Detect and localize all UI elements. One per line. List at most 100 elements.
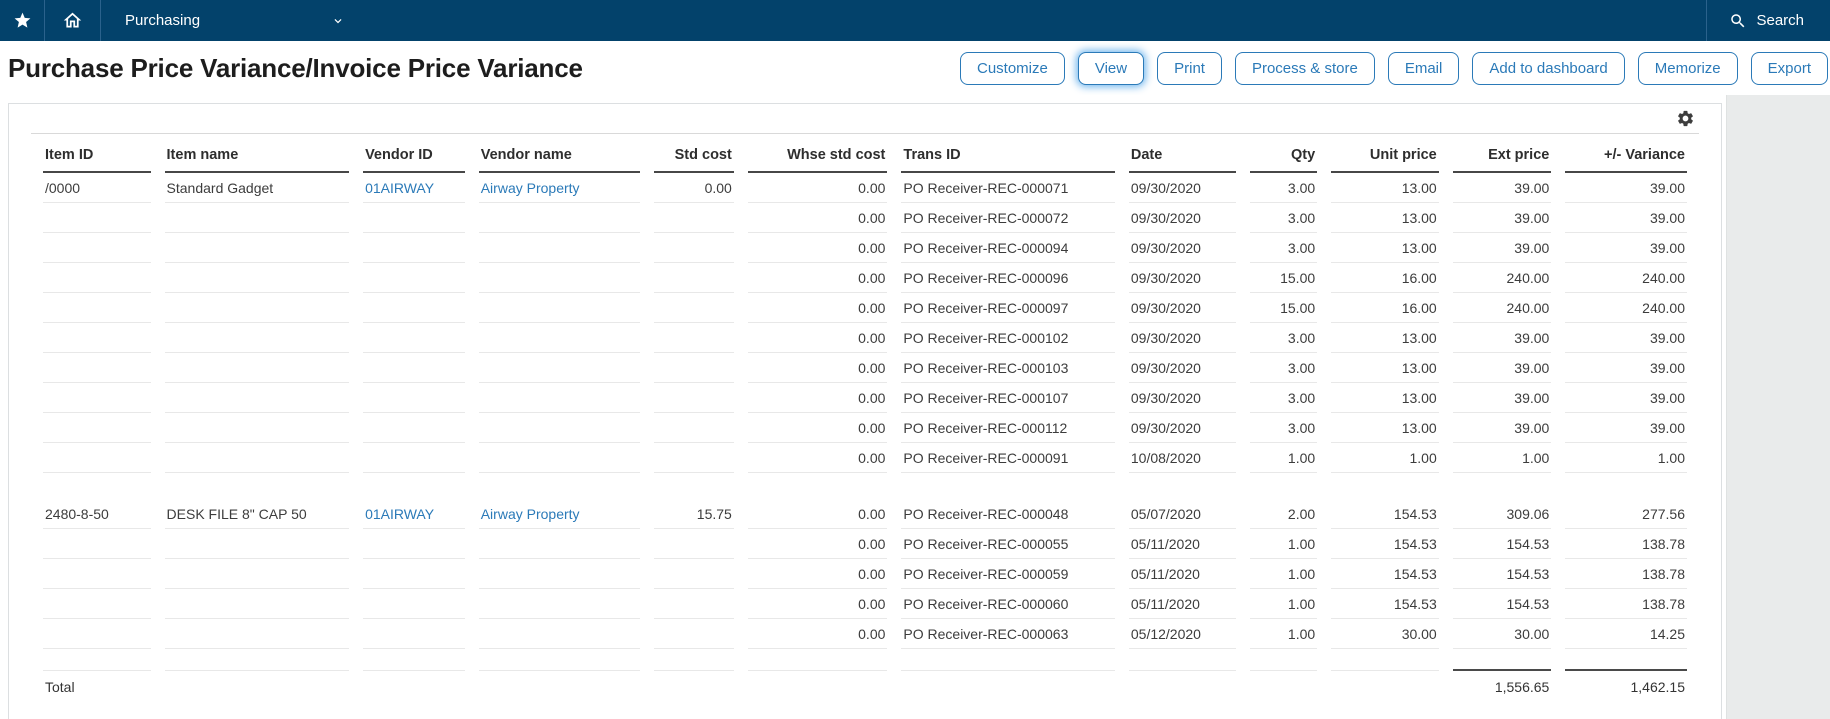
cell-item-name (164, 383, 350, 413)
export-button[interactable]: Export (1750, 51, 1828, 85)
application-menu-purchasing[interactable]: Purchasing (101, 0, 363, 41)
empty-cell (1250, 671, 1318, 703)
vendor-name-link (478, 353, 641, 383)
cell-qty: 3.00 (1249, 353, 1318, 383)
print-button[interactable]: Print (1157, 51, 1222, 85)
view-button[interactable]: View (1077, 51, 1145, 85)
cell-qty: 1.00 (1249, 589, 1318, 619)
star-icon (13, 11, 32, 30)
gap-cell (748, 473, 888, 499)
table-row: /0000 Standard Gadget 01AIRWAY Airway Prope… (43, 173, 1687, 203)
vendor-id-link (363, 383, 465, 413)
table-row: 0.00 PO Receiver-REC-000060 05/11/2020 1.00… (43, 589, 1687, 619)
cell-whse-std-cost: 0.00 (747, 589, 888, 619)
cell-item-name (164, 559, 350, 589)
vendor-name-link (478, 589, 641, 619)
cell-item-name (164, 443, 350, 473)
add-to-dashboard-button[interactable]: Add to dashboard (1472, 51, 1625, 85)
cell-ext-price: 39.00 (1452, 173, 1552, 203)
cell-trans-id: PO Receiver-REC-000112 (901, 413, 1115, 443)
cell-date: 05/11/2020 (1128, 529, 1236, 559)
cell-variance: 277.56 (1565, 499, 1687, 529)
vendor-name-link (478, 529, 641, 559)
vendor-name-link (478, 323, 641, 353)
vendor-name-link[interactable]: Airway Property (478, 173, 641, 203)
process-and-store-button[interactable]: Process & store (1234, 51, 1375, 85)
cell-ext-price: 240.00 (1452, 263, 1552, 293)
cell-variance: 240.00 (1565, 293, 1687, 323)
cell-std-cost (654, 559, 734, 589)
separator-cell (1249, 649, 1318, 671)
vendor-name-link (478, 203, 641, 233)
vendor-id-link (363, 559, 465, 589)
cell-ext-price: 39.00 (1452, 233, 1552, 263)
cell-item-id (43, 293, 151, 323)
cell-qty: 3.00 (1249, 323, 1318, 353)
home-button[interactable] (45, 0, 100, 41)
separator-cell (901, 649, 1115, 671)
favorites-button[interactable] (0, 0, 44, 41)
cell-unit-price: 13.00 (1331, 353, 1439, 383)
cell-whse-std-cost: 0.00 (747, 619, 888, 649)
empty-cell (1129, 671, 1236, 703)
gap-cell (901, 473, 1114, 499)
cell-std-cost: 15.75 (654, 499, 734, 529)
report-card-toolbar (31, 104, 1699, 134)
vendor-id-link (363, 203, 465, 233)
cell-unit-price: 13.00 (1331, 173, 1439, 203)
cell-trans-id: PO Receiver-REC-000102 (901, 323, 1115, 353)
search-label: Search (1756, 12, 1804, 29)
vendor-id-link[interactable]: 01AIRWAY (363, 173, 465, 203)
search-button[interactable]: Search (1707, 0, 1830, 41)
cell-ext-price: 1.00 (1452, 443, 1552, 473)
vendor-id-link (363, 443, 465, 473)
cell-qty: 15.00 (1249, 293, 1318, 323)
cell-date: 09/30/2020 (1128, 413, 1236, 443)
cell-unit-price: 154.53 (1331, 559, 1439, 589)
empty-cell (1331, 671, 1439, 703)
cell-date: 09/30/2020 (1128, 353, 1236, 383)
group-gap-row (43, 473, 1687, 499)
cell-date: 09/30/2020 (1128, 203, 1236, 233)
cell-variance: 138.78 (1565, 589, 1687, 619)
vendor-name-link (478, 413, 641, 443)
vendor-id-link (363, 323, 465, 353)
cell-std-cost: 0.00 (654, 173, 734, 203)
customize-button[interactable]: Customize (960, 51, 1065, 85)
cell-qty: 1.00 (1249, 529, 1318, 559)
vendor-name-link (478, 293, 641, 323)
cell-variance: 240.00 (1565, 263, 1687, 293)
cell-unit-price: 154.53 (1331, 589, 1439, 619)
gap-cell (165, 473, 350, 499)
memorize-button[interactable]: Memorize (1637, 51, 1738, 85)
vendor-id-link (363, 619, 465, 649)
vendor-id-link[interactable]: 01AIRWAY (363, 499, 465, 529)
table-row: 0.00 PO Receiver-REC-000107 09/30/2020 3.00… (43, 383, 1687, 413)
total-label: Total (45, 679, 75, 695)
table-row: 0.00 PO Receiver-REC-000059 05/11/2020 1.00… (43, 559, 1687, 589)
cell-whse-std-cost: 0.00 (747, 263, 888, 293)
settings-button[interactable] (1674, 107, 1697, 130)
cell-item-name (164, 323, 350, 353)
cell-whse-std-cost: 0.00 (747, 353, 888, 383)
vendor-name-link (478, 443, 641, 473)
cell-item-id (43, 529, 151, 559)
gap-cell (1331, 473, 1439, 499)
report-footer: Total 1,556.65 1,462.15 (43, 649, 1687, 703)
cell-item-name (164, 203, 350, 233)
separator-cell (164, 649, 350, 671)
email-button[interactable]: Email (1387, 51, 1460, 85)
vendor-name-link[interactable]: Airway Property (478, 499, 641, 529)
cell-unit-price: 30.00 (1331, 619, 1439, 649)
page-title: Purchase Price Variance/Invoice Price Va… (8, 52, 583, 83)
cell-ext-price: 39.00 (1452, 413, 1552, 443)
cell-qty: 1.00 (1249, 559, 1318, 589)
cell-item-id (43, 619, 151, 649)
cell-variance: 39.00 (1565, 233, 1687, 263)
col-header-item-name: Item name (164, 134, 350, 173)
cell-date: 09/30/2020 (1128, 233, 1236, 263)
separator-cell (747, 649, 888, 671)
cell-std-cost (654, 263, 734, 293)
cell-unit-price: 13.00 (1331, 323, 1439, 353)
cell-unit-price: 154.53 (1331, 529, 1439, 559)
